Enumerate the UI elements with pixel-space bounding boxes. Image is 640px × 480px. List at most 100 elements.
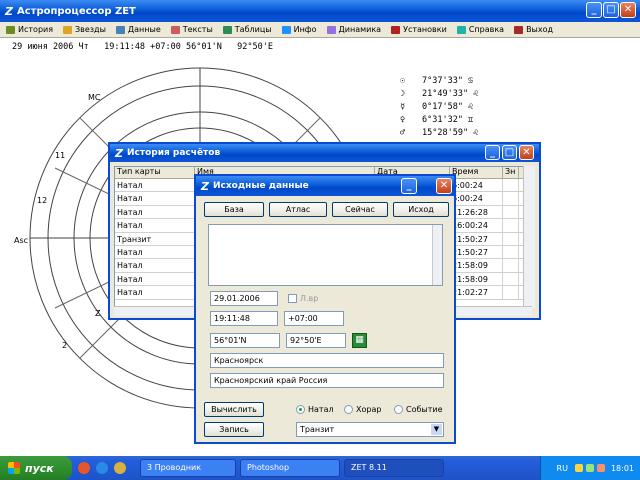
maximize-icon[interactable]: □ — [603, 2, 619, 18]
volume-icon[interactable] — [574, 464, 583, 472]
menu-item[interactable]: Данные — [115, 25, 161, 34]
table-cell — [503, 219, 519, 232]
table-cell: 21:50:27 — [450, 245, 503, 259]
chart-label: 2 — [62, 341, 67, 350]
column-header[interactable]: Время — [450, 167, 503, 178]
language-indicator[interactable]: RU — [557, 464, 568, 473]
task-zet[interactable]: ZET 8.11 — [344, 459, 444, 477]
table-cell — [503, 179, 519, 192]
table-cell: Натал — [115, 219, 195, 232]
texts-icon — [170, 25, 180, 34]
task-photoshop[interactable]: Photoshop — [240, 459, 340, 477]
source-data-dialog: Z Исходные данные _ ✕ База Атлас Сейчас … — [194, 174, 456, 444]
event-radio[interactable] — [394, 405, 403, 414]
now-button[interactable]: Сейчас — [332, 202, 388, 217]
minimize-icon[interactable]: _ — [401, 178, 417, 194]
notes-scrollbar[interactable] — [432, 225, 442, 285]
planet-position: 6°31'32" ♊ — [422, 114, 474, 125]
time-field[interactable]: 19:11:48 — [210, 311, 278, 326]
map-icon[interactable]: ▦ — [352, 333, 367, 348]
event-radio-label: Событие — [406, 405, 443, 414]
dynamics-icon — [326, 25, 336, 34]
menu-item[interactable]: Звезды — [63, 25, 106, 34]
menu-item[interactable]: Справка — [456, 25, 504, 34]
media-icon[interactable] — [114, 462, 126, 474]
close-icon[interactable]: ✕ — [519, 145, 534, 160]
taskbar: пуск 3 Проводник Photoshop ZET 8.11 RU 1… — [0, 456, 640, 480]
save-button[interactable]: Запись — [204, 422, 264, 437]
menu-item[interactable]: Динамика — [326, 25, 382, 34]
zet-logo-icon: Z — [201, 179, 209, 193]
natal-radio-label: Натал — [308, 405, 334, 414]
date-field[interactable]: 29.01.2006 — [210, 291, 278, 306]
region-field[interactable]: Красноярский край Россия — [210, 373, 444, 388]
menu-item[interactable]: История — [6, 25, 53, 34]
maximize-icon[interactable]: □ — [502, 145, 517, 160]
table-cell: Натал — [115, 286, 195, 299]
table-cell: 21:50:27 — [450, 232, 503, 245]
menu-item-label: История — [18, 25, 54, 34]
menu-item[interactable]: Таблицы — [222, 25, 272, 34]
close-icon[interactable]: ✕ — [436, 178, 452, 194]
source-button[interactable]: Исход — [393, 202, 449, 217]
menu-item-label: Тексты — [182, 25, 213, 34]
table-cell: 6:00:24 — [450, 179, 503, 192]
menu-item[interactable]: Выход — [514, 25, 553, 34]
minimize-icon[interactable]: _ — [586, 2, 602, 18]
atlas-button[interactable]: Атлас — [269, 202, 327, 217]
messenger-icon[interactable] — [96, 462, 108, 474]
chevron-down-icon[interactable]: ▼ — [431, 424, 442, 435]
table-cell — [503, 232, 519, 245]
table-cell: 6:00:24 — [450, 192, 503, 205]
table-cell: Натал — [115, 179, 195, 192]
calculate-button[interactable]: Вычислить — [204, 402, 264, 417]
table-cell: Натал — [115, 259, 195, 272]
menu-item-label: Установки — [403, 25, 447, 34]
base-button[interactable]: База — [204, 202, 264, 217]
table-cell — [503, 245, 519, 259]
menu-item[interactable]: Инфо — [281, 25, 317, 34]
timezone-field[interactable]: +07:00 — [284, 311, 344, 326]
notes-textarea[interactable] — [208, 224, 443, 286]
latitude-field[interactable]: 56°01'N — [210, 333, 280, 348]
dialog-title-bar[interactable]: Z Исходные данные _ ✕ — [196, 176, 454, 196]
minimize-icon[interactable]: _ — [485, 145, 500, 160]
longitude-field[interactable]: 92°50'E — [286, 333, 346, 348]
planet-position: 7°37'33" ♋ — [422, 75, 474, 86]
column-header[interactable]: Зн — [503, 167, 519, 178]
antivirus-icon[interactable] — [596, 464, 605, 472]
column-header[interactable]: Тип карты — [115, 167, 195, 178]
table-cell: Натал — [115, 245, 195, 259]
dst-checkbox[interactable] — [288, 294, 297, 303]
table-cell: 21:58:09 — [450, 272, 503, 286]
menu-item-label: Динамика — [338, 25, 382, 34]
close-icon[interactable]: ✕ — [620, 2, 636, 18]
natal-radio[interactable] — [296, 405, 305, 414]
task-explorer[interactable]: 3 Проводник — [140, 459, 236, 477]
network-icon[interactable] — [585, 464, 594, 472]
data-icon — [115, 25, 125, 34]
dst-label: Л.вр — [300, 294, 319, 303]
chart-label: Asc — [14, 236, 28, 245]
info-icon — [281, 25, 291, 34]
menu-item-label: Таблицы — [234, 25, 272, 34]
history-vertical-scrollbar[interactable] — [523, 166, 535, 308]
chart-type-select[interactable]: Транзит ▼ — [296, 422, 444, 437]
planet-position: 0°17'58" ♌ — [422, 101, 474, 112]
system-tray: RU 18:01 — [540, 456, 640, 480]
menu-item[interactable]: Тексты — [170, 25, 213, 34]
horary-radio[interactable] — [344, 405, 353, 414]
browser-icon[interactable] — [78, 462, 90, 474]
start-label: пуск — [25, 461, 54, 475]
history-title-bar[interactable]: Z История расчётов _ □ ✕ — [110, 144, 539, 162]
menu-item[interactable]: Установки — [391, 25, 447, 34]
start-button[interactable]: пуск — [0, 456, 72, 480]
history-title: История расчётов — [126, 148, 221, 158]
table-cell: 21:02:27 — [450, 286, 503, 299]
main-title-bar[interactable]: Z Астропроцессор ZET _ □ ✕ — [0, 0, 640, 22]
chart-type-value: Транзит — [300, 425, 335, 434]
zet-logo-icon: Z — [5, 4, 13, 18]
planet-symbol: ☽ — [400, 88, 406, 99]
city-field[interactable]: Красноярск — [210, 353, 444, 368]
planet-row: ☉ 7°37'33" ♋ — [400, 74, 478, 87]
